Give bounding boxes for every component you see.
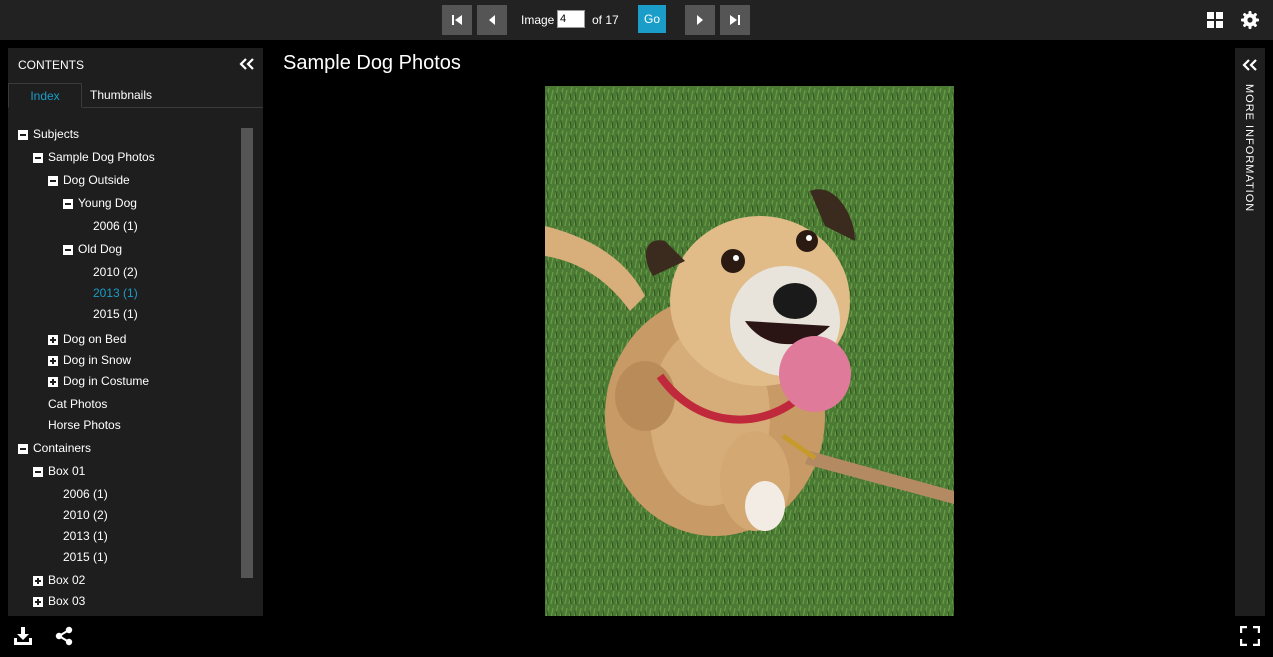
tree-item[interactable]: Dog in Snow: [63, 353, 131, 367]
collapse-icon[interactable]: [18, 444, 28, 454]
tree-item[interactable]: 2015 (1): [63, 550, 108, 564]
prev-page-button[interactable]: [477, 5, 507, 35]
first-page-button[interactable]: [442, 5, 472, 35]
tree-item[interactable]: Containers: [33, 441, 91, 455]
tree-item[interactable]: 2010 (2): [93, 265, 138, 279]
tree-item[interactable]: 2013 (1): [63, 529, 108, 543]
more-information-label: MORE INFORMATION: [1243, 84, 1255, 213]
contents-tabs: Index Thumbnails: [8, 83, 263, 108]
more-information-panel[interactable]: MORE INFORMATION: [1235, 48, 1265, 616]
image-number-input[interactable]: [557, 10, 585, 28]
settings-icon[interactable]: [1240, 10, 1260, 30]
tree-scrollbar[interactable]: [241, 128, 253, 578]
top-toolbar: Image of 17 Go: [0, 0, 1273, 40]
collapse-icon[interactable]: [33, 153, 43, 163]
contents-panel: CONTENTS Index Thumbnails Subjects Sample…: [8, 48, 263, 616]
go-button[interactable]: Go: [638, 5, 666, 33]
tab-index[interactable]: Index: [8, 83, 82, 108]
expand-icon[interactable]: [48, 377, 58, 387]
collapse-icon[interactable]: [63, 199, 73, 209]
tree-item[interactable]: 2010 (2): [63, 508, 108, 522]
tree-item[interactable]: Cat Photos: [48, 397, 107, 411]
image-label: Image: [521, 13, 555, 27]
collapse-icon[interactable]: [18, 130, 28, 140]
next-page-button[interactable]: [685, 5, 715, 35]
expand-panel-icon[interactable]: [1242, 58, 1258, 72]
tree-item[interactable]: Box 02: [48, 573, 85, 587]
next-page-icon: [697, 15, 703, 25]
first-page-icon: [452, 15, 462, 25]
grid-view-icon[interactable]: [1205, 10, 1225, 30]
tree-item[interactable]: 2013 (1): [93, 286, 138, 300]
collapse-left-icon[interactable]: [238, 57, 256, 71]
fullscreen-icon[interactable]: [1240, 626, 1260, 646]
collapse-icon[interactable]: [33, 467, 43, 477]
expand-icon[interactable]: [33, 576, 43, 586]
tab-thumbnails[interactable]: Thumbnails: [84, 83, 158, 107]
tree-item[interactable]: 2006 (1): [63, 487, 108, 501]
tree-item[interactable]: Subjects: [33, 127, 79, 141]
tree-item[interactable]: Sample Dog Photos: [48, 150, 155, 164]
share-icon[interactable]: [54, 626, 74, 646]
tree-item[interactable]: 2006 (1): [93, 219, 138, 233]
tree-item[interactable]: Dog Outside: [63, 173, 130, 187]
last-page-icon: [730, 15, 740, 25]
tree-item[interactable]: Horse Photos: [48, 418, 121, 432]
last-page-button[interactable]: [720, 5, 750, 35]
download-icon[interactable]: [13, 626, 33, 646]
tree-item[interactable]: Box 03: [48, 594, 85, 608]
collapse-icon[interactable]: [48, 176, 58, 186]
tree-item[interactable]: Young Dog: [78, 196, 137, 210]
expand-icon[interactable]: [48, 356, 58, 366]
collapse-icon[interactable]: [63, 245, 73, 255]
tree-item[interactable]: Dog on Bed: [63, 332, 126, 346]
tree-item[interactable]: 2015 (1): [93, 307, 138, 321]
image-count-label: of 17: [592, 13, 619, 27]
dog-photo: [545, 86, 954, 616]
expand-icon[interactable]: [33, 597, 43, 607]
main-image[interactable]: [545, 86, 954, 616]
page-title: Sample Dog Photos: [283, 52, 461, 74]
prev-page-icon: [489, 15, 495, 25]
tree-item[interactable]: Dog in Costume: [63, 374, 149, 388]
tree-item[interactable]: Box 01: [48, 464, 85, 478]
tree-item[interactable]: Old Dog: [78, 242, 122, 256]
contents-header: CONTENTS: [18, 58, 84, 72]
expand-icon[interactable]: [48, 335, 58, 345]
